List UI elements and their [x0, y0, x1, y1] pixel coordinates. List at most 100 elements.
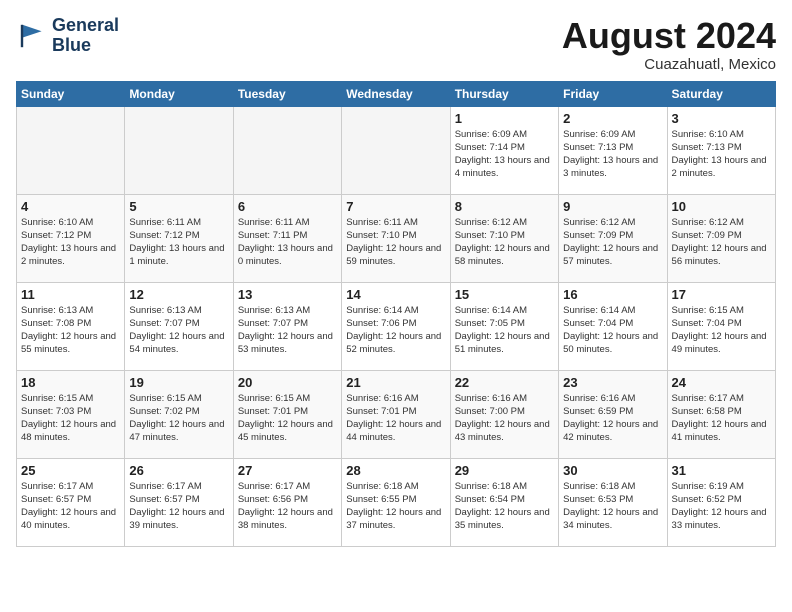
day-detail: Sunrise: 6:19 AMSunset: 6:52 PMDaylight:…	[672, 480, 771, 533]
day-detail: Sunrise: 6:14 AMSunset: 7:06 PMDaylight:…	[346, 304, 445, 357]
day-number: 22	[455, 375, 554, 390]
calendar-header-row: SundayMondayTuesdayWednesdayThursdayFrid…	[17, 81, 776, 106]
calendar-day-cell: 24 Sunrise: 6:17 AMSunset: 6:58 PMDayligh…	[667, 370, 775, 458]
day-number: 4	[21, 199, 120, 214]
calendar-day-cell: 13 Sunrise: 6:13 AMSunset: 7:07 PMDayligh…	[233, 282, 341, 370]
day-detail: Sunrise: 6:11 AMSunset: 7:12 PMDaylight:…	[129, 216, 228, 269]
calendar-day-cell: 30 Sunrise: 6:18 AMSunset: 6:53 PMDayligh…	[559, 458, 667, 546]
day-detail: Sunrise: 6:14 AMSunset: 7:05 PMDaylight:…	[455, 304, 554, 357]
calendar-day-cell: 28Sunrise: 6:18 AMSunset: 6:55 PMDayligh…	[342, 458, 450, 546]
day-detail: Sunrise: 6:14 AMSunset: 7:04 PMDaylight:…	[563, 304, 662, 357]
calendar-day-cell: 27Sunrise: 6:17 AMSunset: 6:56 PMDayligh…	[233, 458, 341, 546]
calendar-day-cell: 4 Sunrise: 6:10 AMSunset: 7:12 PMDaylight…	[17, 194, 125, 282]
logo-icon	[16, 20, 48, 52]
day-number: 20	[238, 375, 337, 390]
day-detail: Sunrise: 6:17 AMSunset: 6:57 PMDaylight:…	[129, 480, 228, 533]
day-number: 15	[455, 287, 554, 302]
day-number: 12	[129, 287, 228, 302]
calendar-day-cell: 19Sunrise: 6:15 AMSunset: 7:02 PMDayligh…	[125, 370, 233, 458]
day-number: 2	[563, 111, 662, 126]
calendar-week-row: 11Sunrise: 6:13 AMSunset: 7:08 PMDayligh…	[17, 282, 776, 370]
day-of-week-header: Saturday	[667, 81, 775, 106]
calendar-day-cell: 8Sunrise: 6:12 AMSunset: 7:10 PMDaylight…	[450, 194, 558, 282]
calendar-week-row: 18 Sunrise: 6:15 AMSunset: 7:03 PMDayligh…	[17, 370, 776, 458]
day-detail: Sunrise: 6:13 AMSunset: 7:07 PMDaylight:…	[129, 304, 228, 357]
day-detail: Sunrise: 6:16 AMSunset: 7:00 PMDaylight:…	[455, 392, 554, 445]
day-detail: Sunrise: 6:17 AMSunset: 6:58 PMDaylight:…	[672, 392, 771, 445]
day-detail: Sunrise: 6:12 AMSunset: 7:09 PMDaylight:…	[672, 216, 771, 269]
calendar-day-cell: 17 Sunrise: 6:15 AMSunset: 7:04 PMDayligh…	[667, 282, 775, 370]
day-detail: Sunrise: 6:10 AMSunset: 7:12 PMDaylight:…	[21, 216, 120, 269]
calendar-day-cell: 21 Sunrise: 6:16 AMSunset: 7:01 PMDayligh…	[342, 370, 450, 458]
day-of-week-header: Friday	[559, 81, 667, 106]
calendar-day-cell: 20 Sunrise: 6:15 AMSunset: 7:01 PMDayligh…	[233, 370, 341, 458]
day-number: 1	[455, 111, 554, 126]
day-number: 6	[238, 199, 337, 214]
day-number: 19	[129, 375, 228, 390]
day-detail: Sunrise: 6:13 AMSunset: 7:08 PMDaylight:…	[21, 304, 120, 357]
day-detail: Sunrise: 6:09 AMSunset: 7:14 PMDaylight:…	[455, 128, 554, 181]
day-number: 17	[672, 287, 771, 302]
day-detail: Sunrise: 6:18 AMSunset: 6:53 PMDaylight:…	[563, 480, 662, 533]
calendar-day-cell: 2 Sunrise: 6:09 AMSunset: 7:13 PMDaylight…	[559, 106, 667, 194]
day-of-week-header: Wednesday	[342, 81, 450, 106]
calendar-day-cell: 18 Sunrise: 6:15 AMSunset: 7:03 PMDayligh…	[17, 370, 125, 458]
day-detail: Sunrise: 6:17 AMSunset: 6:57 PMDaylight:…	[21, 480, 120, 533]
day-number: 16	[563, 287, 662, 302]
day-detail: Sunrise: 6:15 AMSunset: 7:01 PMDaylight:…	[238, 392, 337, 445]
day-number: 21	[346, 375, 445, 390]
location: Cuazahuatl, Mexico	[562, 56, 776, 73]
calendar-day-cell	[125, 106, 233, 194]
day-of-week-header: Thursday	[450, 81, 558, 106]
day-of-week-header: Sunday	[17, 81, 125, 106]
calendar-day-cell: 25 Sunrise: 6:17 AMSunset: 6:57 PMDayligh…	[17, 458, 125, 546]
day-detail: Sunrise: 6:11 AMSunset: 7:10 PMDaylight:…	[346, 216, 445, 269]
day-number: 18	[21, 375, 120, 390]
logo-text: General Blue	[52, 16, 119, 56]
calendar-day-cell: 11Sunrise: 6:13 AMSunset: 7:08 PMDayligh…	[17, 282, 125, 370]
calendar-day-cell: 9 Sunrise: 6:12 AMSunset: 7:09 PMDaylight…	[559, 194, 667, 282]
day-number: 3	[672, 111, 771, 126]
calendar-table: SundayMondayTuesdayWednesdayThursdayFrid…	[16, 81, 776, 547]
day-detail: Sunrise: 6:10 AMSunset: 7:13 PMDaylight:…	[672, 128, 771, 181]
day-number: 25	[21, 463, 120, 478]
day-number: 24	[672, 375, 771, 390]
day-of-week-header: Monday	[125, 81, 233, 106]
page-header: General Blue August 2024 Cuazahuatl, Mex…	[16, 16, 776, 73]
calendar-day-cell: 23Sunrise: 6:16 AMSunset: 6:59 PMDayligh…	[559, 370, 667, 458]
day-detail: Sunrise: 6:12 AMSunset: 7:10 PMDaylight:…	[455, 216, 554, 269]
day-number: 13	[238, 287, 337, 302]
calendar-day-cell: 29 Sunrise: 6:18 AMSunset: 6:54 PMDayligh…	[450, 458, 558, 546]
day-number: 5	[129, 199, 228, 214]
day-detail: Sunrise: 6:12 AMSunset: 7:09 PMDaylight:…	[563, 216, 662, 269]
calendar-day-cell	[233, 106, 341, 194]
day-of-week-header: Tuesday	[233, 81, 341, 106]
calendar-day-cell: 12 Sunrise: 6:13 AMSunset: 7:07 PMDayligh…	[125, 282, 233, 370]
calendar-day-cell: 15 Sunrise: 6:14 AMSunset: 7:05 PMDayligh…	[450, 282, 558, 370]
logo: General Blue	[16, 16, 119, 56]
calendar-week-row: 25 Sunrise: 6:17 AMSunset: 6:57 PMDayligh…	[17, 458, 776, 546]
day-number: 30	[563, 463, 662, 478]
calendar-day-cell: 14Sunrise: 6:14 AMSunset: 7:06 PMDayligh…	[342, 282, 450, 370]
calendar-day-cell: 16 Sunrise: 6:14 AMSunset: 7:04 PMDayligh…	[559, 282, 667, 370]
day-number: 9	[563, 199, 662, 214]
day-detail: Sunrise: 6:15 AMSunset: 7:04 PMDaylight:…	[672, 304, 771, 357]
calendar-day-cell: 26Sunrise: 6:17 AMSunset: 6:57 PMDayligh…	[125, 458, 233, 546]
day-number: 23	[563, 375, 662, 390]
day-number: 28	[346, 463, 445, 478]
day-number: 10	[672, 199, 771, 214]
day-detail: Sunrise: 6:13 AMSunset: 7:07 PMDaylight:…	[238, 304, 337, 357]
day-detail: Sunrise: 6:15 AMSunset: 7:03 PMDaylight:…	[21, 392, 120, 445]
calendar-day-cell: 1 Sunrise: 6:09 AMSunset: 7:14 PMDaylight…	[450, 106, 558, 194]
calendar-day-cell: 10 Sunrise: 6:12 AMSunset: 7:09 PMDayligh…	[667, 194, 775, 282]
day-number: 27	[238, 463, 337, 478]
day-detail: Sunrise: 6:11 AMSunset: 7:11 PMDaylight:…	[238, 216, 337, 269]
calendar-week-row: 1 Sunrise: 6:09 AMSunset: 7:14 PMDaylight…	[17, 106, 776, 194]
day-number: 31	[672, 463, 771, 478]
day-detail: Sunrise: 6:09 AMSunset: 7:13 PMDaylight:…	[563, 128, 662, 181]
day-detail: Sunrise: 6:16 AMSunset: 7:01 PMDaylight:…	[346, 392, 445, 445]
day-detail: Sunrise: 6:18 AMSunset: 6:54 PMDaylight:…	[455, 480, 554, 533]
title-block: August 2024 Cuazahuatl, Mexico	[562, 16, 776, 73]
day-number: 29	[455, 463, 554, 478]
day-number: 7	[346, 199, 445, 214]
